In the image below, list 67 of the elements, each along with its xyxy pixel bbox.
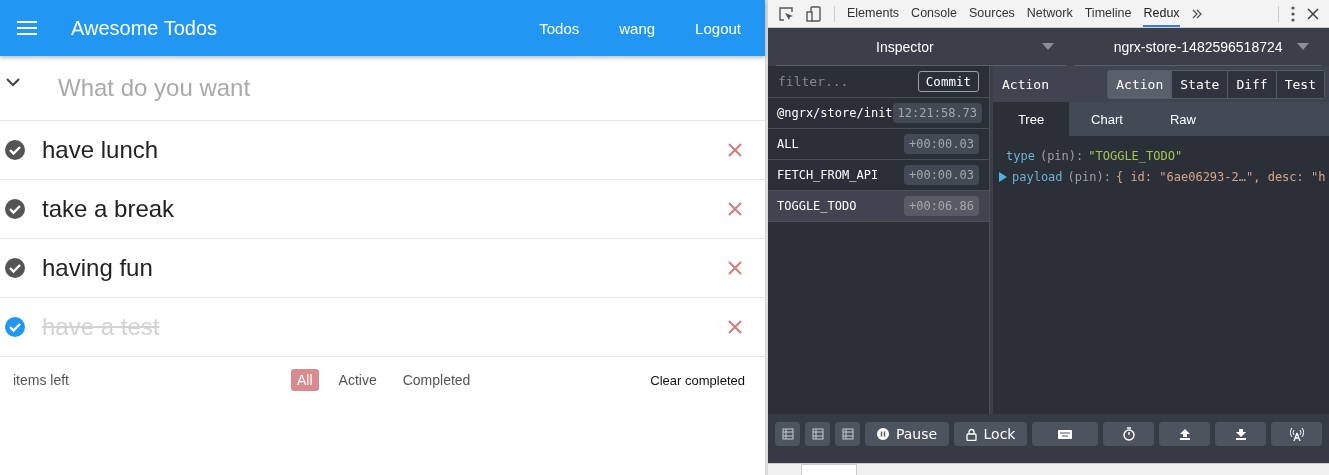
menu-icon[interactable] — [17, 20, 37, 36]
devtools-tab[interactable]: Elements — [847, 0, 900, 27]
action-name: ALL — [777, 137, 799, 151]
check-circle-icon[interactable] — [4, 139, 26, 161]
inspect-icon[interactable] — [778, 5, 794, 22]
action-item[interactable]: @ngrx/store/init 12:21:58.73 — [768, 98, 989, 129]
check-circle-icon[interactable] — [4, 257, 26, 279]
devtools-tab[interactable]: Sources — [969, 0, 1015, 27]
devtools-tab[interactable]: Timeline — [1084, 0, 1132, 27]
mode-tab[interactable]: Diff — [1227, 70, 1276, 98]
action-time: +00:00.03 — [903, 134, 979, 154]
filter-link[interactable]: Completed — [396, 369, 477, 391]
close-icon[interactable] — [1307, 7, 1319, 20]
stopwatch-icon[interactable] — [1103, 422, 1154, 446]
tree-value: { id: "6ae06293-2…", desc: "h — [1115, 169, 1326, 184]
tree-value: "TOGGLE_TODO" — [1088, 148, 1183, 163]
keyboard-icon[interactable] — [1032, 422, 1098, 446]
check-circle-icon[interactable] — [4, 316, 26, 338]
pause-icon — [876, 428, 889, 440]
todo-text: have lunch — [42, 136, 160, 164]
antenna-icon[interactable] — [1271, 422, 1322, 446]
new-todo-input[interactable]: What do you want — [56, 73, 560, 103]
kebab-menu-icon[interactable] — [1291, 5, 1295, 22]
action-time: 12:21:58.73 — [892, 103, 983, 123]
dropdown-caret-icon — [1041, 43, 1054, 50]
view-tab[interactable]: Raw — [1145, 102, 1221, 136]
action-name: TOGGLE_TODO — [777, 199, 857, 213]
layout-icon[interactable] — [835, 422, 860, 446]
action-time: +00:00.03 — [903, 165, 979, 185]
action-name: @ngrx/store/init — [777, 106, 893, 120]
todo-text: having fun — [42, 254, 154, 282]
action-item[interactable]: TOGGLE_TODO +00:06.86 — [768, 191, 989, 222]
items-left-label: items left — [13, 372, 70, 388]
tree-pin: (pin): — [1039, 148, 1084, 163]
action-name: FETCH_FROM_API — [777, 168, 879, 182]
filter-input[interactable]: filter... — [776, 73, 890, 90]
view-tab[interactable]: Chart — [1069, 102, 1145, 136]
devtools-tab[interactable]: Console — [911, 0, 957, 27]
chevron-down-icon[interactable] — [6, 78, 20, 87]
layout-icon[interactable] — [775, 422, 800, 446]
device-icon[interactable] — [806, 5, 822, 22]
tree-key: payload — [1012, 169, 1063, 184]
app-title: Awesome Todos — [71, 16, 217, 40]
check-circle-icon[interactable] — [4, 198, 26, 220]
tree-key: type — [1006, 148, 1035, 163]
mode-tab[interactable]: Action — [1108, 70, 1172, 98]
more-tabs-icon[interactable] — [1191, 8, 1202, 19]
mode-tab[interactable]: Test — [1275, 70, 1324, 98]
detail-title: Action — [1002, 76, 1049, 92]
commit-button[interactable]: Commit — [917, 71, 979, 92]
download-icon[interactable] — [1215, 422, 1266, 446]
mode-tab[interactable]: State — [1171, 70, 1228, 98]
toolbar-button[interactable]: Lock — [954, 422, 1027, 446]
filter-link[interactable]: Active — [332, 369, 383, 391]
view-tab[interactable]: Tree — [993, 102, 1069, 136]
layout-icon[interactable] — [805, 422, 830, 446]
tree-pin: (pin): — [1067, 169, 1111, 184]
lock-icon — [965, 427, 977, 441]
devtools-tab[interactable]: Network — [1026, 0, 1073, 27]
todo-text: take a break — [42, 195, 176, 223]
action-time: +00:06.86 — [903, 196, 979, 216]
toolbar-button[interactable]: Pause — [865, 422, 949, 446]
dropdown-caret-icon — [1297, 43, 1309, 50]
action-item[interactable]: ALL +00:00.03 — [768, 129, 989, 160]
expand-arrow-icon[interactable] — [999, 171, 1007, 182]
clear-completed-link[interactable]: Clear completed — [650, 372, 745, 388]
upload-icon[interactable] — [1159, 422, 1210, 446]
